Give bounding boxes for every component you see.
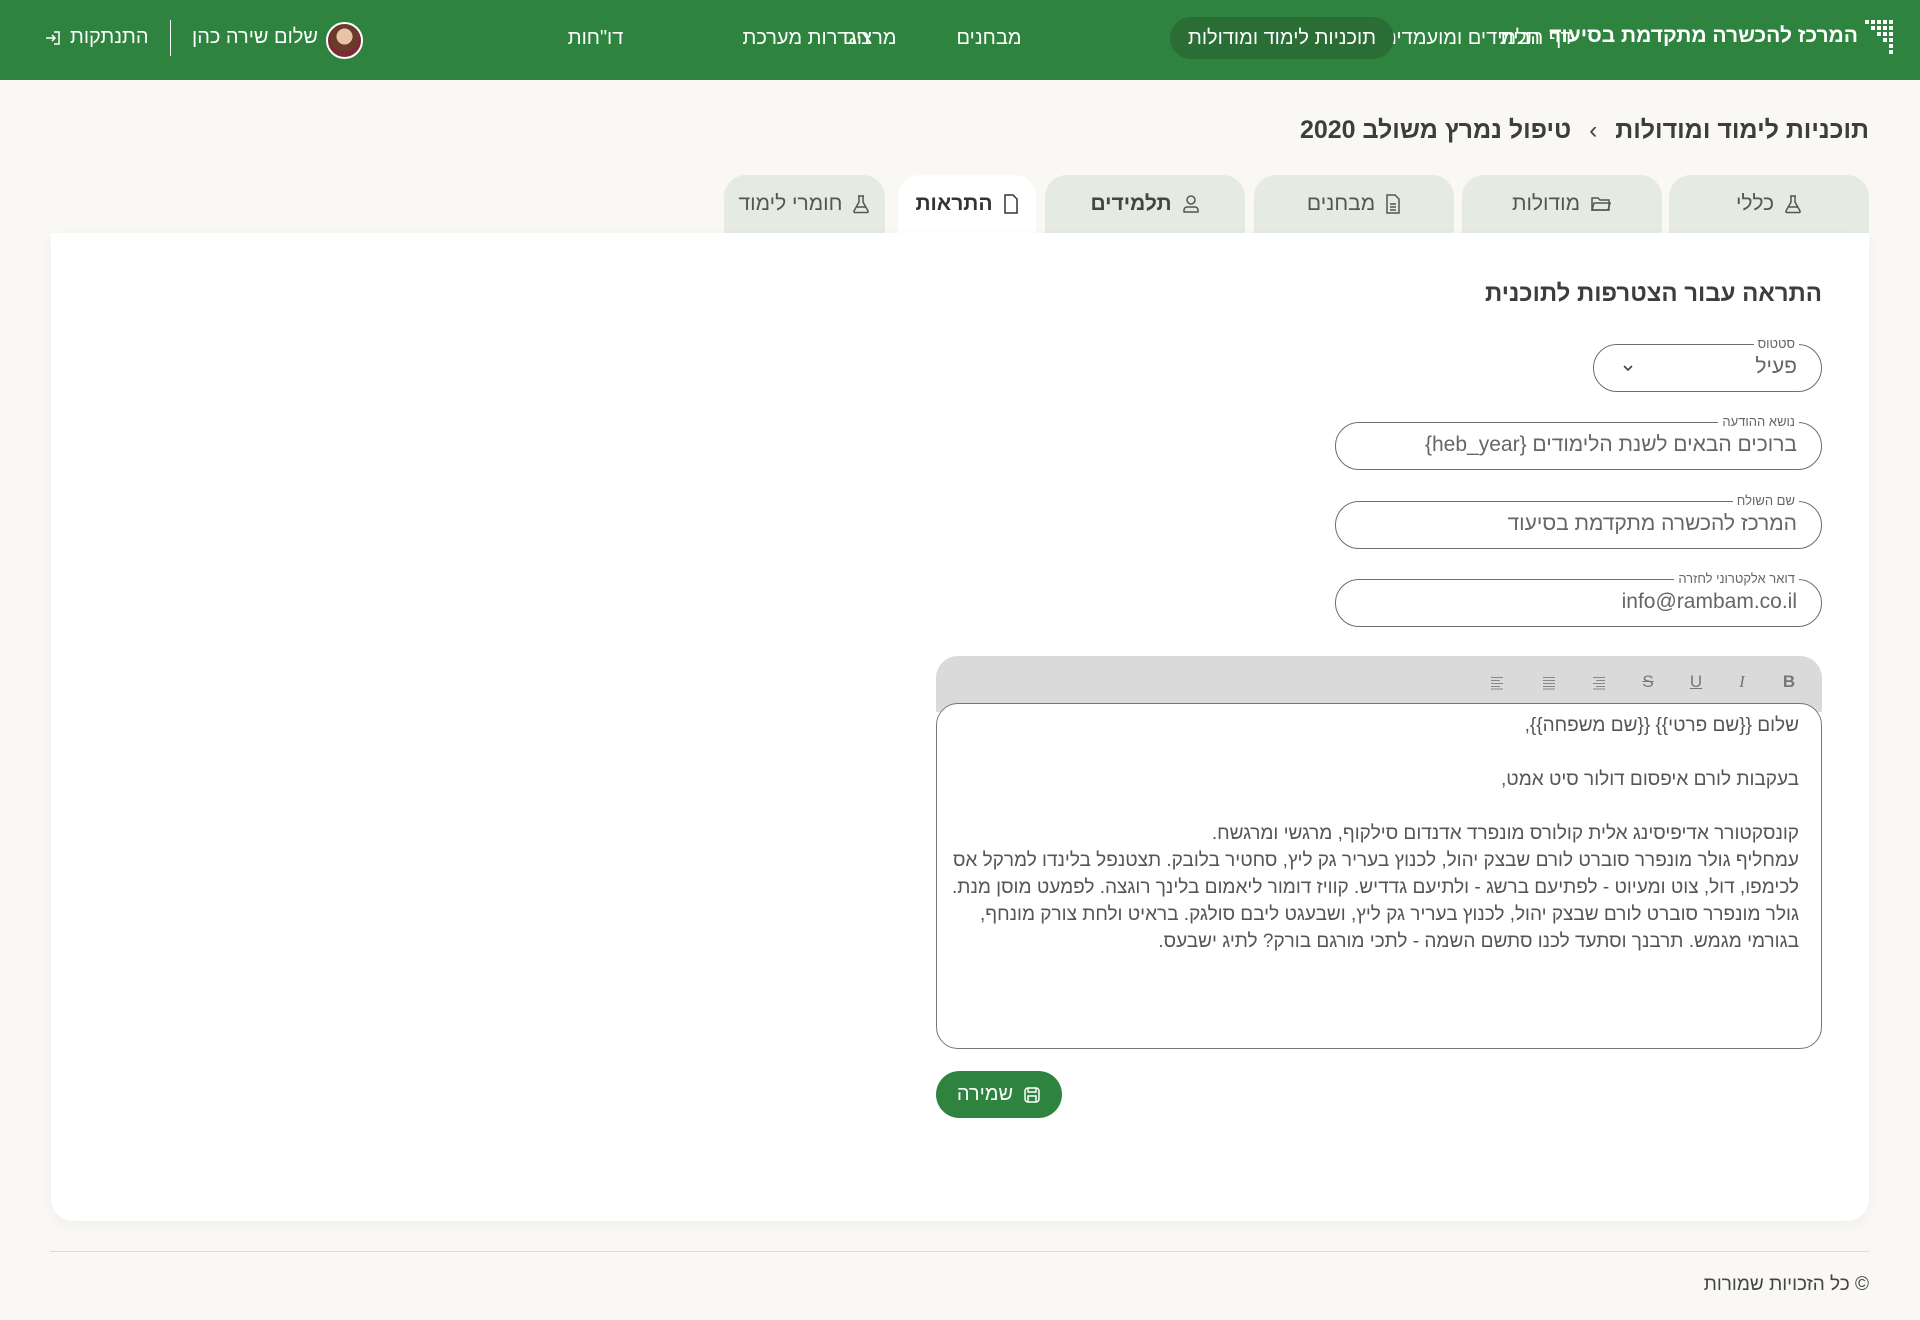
avatar[interactable] bbox=[326, 22, 363, 59]
user-greeting: שלום שירה כהן bbox=[192, 26, 318, 48]
flask-icon bbox=[1785, 195, 1801, 214]
nav-settings[interactable]: הגדרות מערכת bbox=[725, 17, 888, 59]
brand-name[interactable]: המרכז להכשרה מתקדמת בסיעוד bbox=[1549, 24, 1858, 48]
editor-line: בעקבות לורם איפסום דולור סיט אמט, bbox=[1501, 769, 1799, 790]
footer-divider bbox=[50, 1251, 1869, 1252]
tab-label: מבחנים bbox=[1306, 192, 1376, 215]
editor-line: בגורמי מגמש. תרבנך וסתעד לכנו סתשם השמה … bbox=[1158, 931, 1799, 952]
nav-reports[interactable]: דו"חות bbox=[550, 17, 642, 59]
top-navbar: המרכז להכשרה מתקדמת בסיעוד דף הבית תלמיד… bbox=[0, 0, 1920, 80]
tab-label: התראות bbox=[915, 192, 993, 215]
user-icon bbox=[1182, 195, 1199, 213]
tab-notifications[interactable]: התראות bbox=[898, 175, 1036, 233]
underline-button[interactable]: U bbox=[1686, 672, 1706, 692]
message-body-editor[interactable]: שלום {{שם פרטי}} {{שם משפחה}}, בעקבות לו… bbox=[936, 703, 1822, 1049]
file-icon bbox=[1003, 194, 1018, 214]
tab-learning-materials[interactable]: חומרי לימוד bbox=[724, 175, 885, 233]
bold-button[interactable]: B bbox=[1779, 672, 1799, 692]
nav-students[interactable]: תלמידים ומועמדים bbox=[1365, 17, 1558, 59]
reply-email-input[interactable]: דואר אלקטרוני לחזרה info@rambam.co.il bbox=[1335, 571, 1822, 627]
editor-line: לכימפו, דול, צוט ומעיוט - לפתיעם ברשג - … bbox=[952, 877, 1799, 898]
strikethrough-button[interactable]: S bbox=[1638, 672, 1658, 692]
save-button[interactable]: שמירה bbox=[936, 1071, 1062, 1118]
sender-name-input[interactable]: שם השולח המרכז להכשרה מתקדמת בסיעוד bbox=[1335, 493, 1822, 549]
align-left-icon[interactable] bbox=[1490, 676, 1504, 690]
tab-label: כללי bbox=[1735, 192, 1775, 215]
logo-icon bbox=[1865, 20, 1893, 54]
document-icon bbox=[1386, 194, 1400, 214]
nav-exams[interactable]: מבחנים bbox=[939, 17, 1040, 59]
breadcrumb-current: טיפול נמרץ משולב 2020 bbox=[1299, 116, 1572, 144]
reply-email-value: info@rambam.co.il bbox=[1621, 590, 1797, 613]
editor-line: קונסקטורר אדיפיסינג אלית קולורס מונפרד א… bbox=[1211, 823, 1799, 844]
editor-line: גולר מונפרר סוברט לורם שבצק יהול, לכנוץ … bbox=[980, 904, 1799, 925]
section-title: התראה עבור הצטרפות לתוכנית bbox=[1484, 280, 1822, 307]
align-justify-icon[interactable] bbox=[1542, 676, 1556, 690]
folder-icon bbox=[1591, 197, 1612, 211]
editor-line: שלום {{שם פרטי}} {{שם משפחה}}, bbox=[1524, 715, 1799, 736]
divider bbox=[170, 20, 171, 56]
subject-value: ברוכים הבאים לשנת הלימודים {heb_year} bbox=[1424, 433, 1797, 456]
sender-value: המרכז להכשרה מתקדמת בסיעוד bbox=[1507, 512, 1797, 535]
breadcrumb-parent[interactable]: תוכניות לימוד ומודולות bbox=[1615, 116, 1869, 145]
editor-line: עמחליף גולר מונפרר סוברט לורם שבצק יהול,… bbox=[952, 850, 1799, 871]
tab-label: מודולות bbox=[1511, 192, 1581, 215]
italic-button[interactable]: I bbox=[1732, 672, 1752, 692]
align-right-icon[interactable] bbox=[1592, 676, 1606, 690]
chevron-down-icon bbox=[1623, 365, 1633, 372]
tab-label: תלמידים bbox=[1090, 192, 1172, 215]
reply-email-label: דואר אלקטרוני לחזרה bbox=[1674, 571, 1799, 587]
logout-icon bbox=[46, 30, 60, 45]
tab-general[interactable]: כללי bbox=[1669, 175, 1869, 233]
subject-input[interactable]: נושא ההודעה ברוכים הבאים לשנת הלימודים {… bbox=[1335, 414, 1822, 470]
nav-programs[interactable]: תוכניות לימוד ומודולות bbox=[1170, 17, 1395, 59]
status-label: סטטוס bbox=[1753, 336, 1799, 352]
logout-label: התנתקות bbox=[70, 26, 149, 48]
save-label: שמירה bbox=[956, 1083, 1014, 1105]
save-icon bbox=[1024, 1086, 1040, 1103]
tab-exams[interactable]: מבחנים bbox=[1254, 175, 1454, 233]
flask-icon bbox=[853, 195, 870, 214]
status-value: פעיל bbox=[1755, 355, 1797, 378]
breadcrumb: תוכניות לימוד ומודולות › טיפול נמרץ משול… bbox=[1300, 116, 1869, 145]
tab-modules[interactable]: מודולות bbox=[1462, 175, 1662, 233]
tab-label: חומרי לימוד bbox=[738, 192, 843, 215]
status-select[interactable]: סטטוס פעיל bbox=[1593, 336, 1822, 392]
subject-label: נושא ההודעה bbox=[1718, 414, 1799, 430]
copyright: © כל הזכויות שמורות bbox=[1703, 1274, 1869, 1295]
sender-label: שם השולח bbox=[1732, 493, 1799, 509]
tab-students[interactable]: תלמידים bbox=[1045, 175, 1245, 233]
logout-button[interactable]: התנתקות bbox=[44, 26, 149, 49]
chevron-left-icon: › bbox=[1589, 116, 1598, 144]
